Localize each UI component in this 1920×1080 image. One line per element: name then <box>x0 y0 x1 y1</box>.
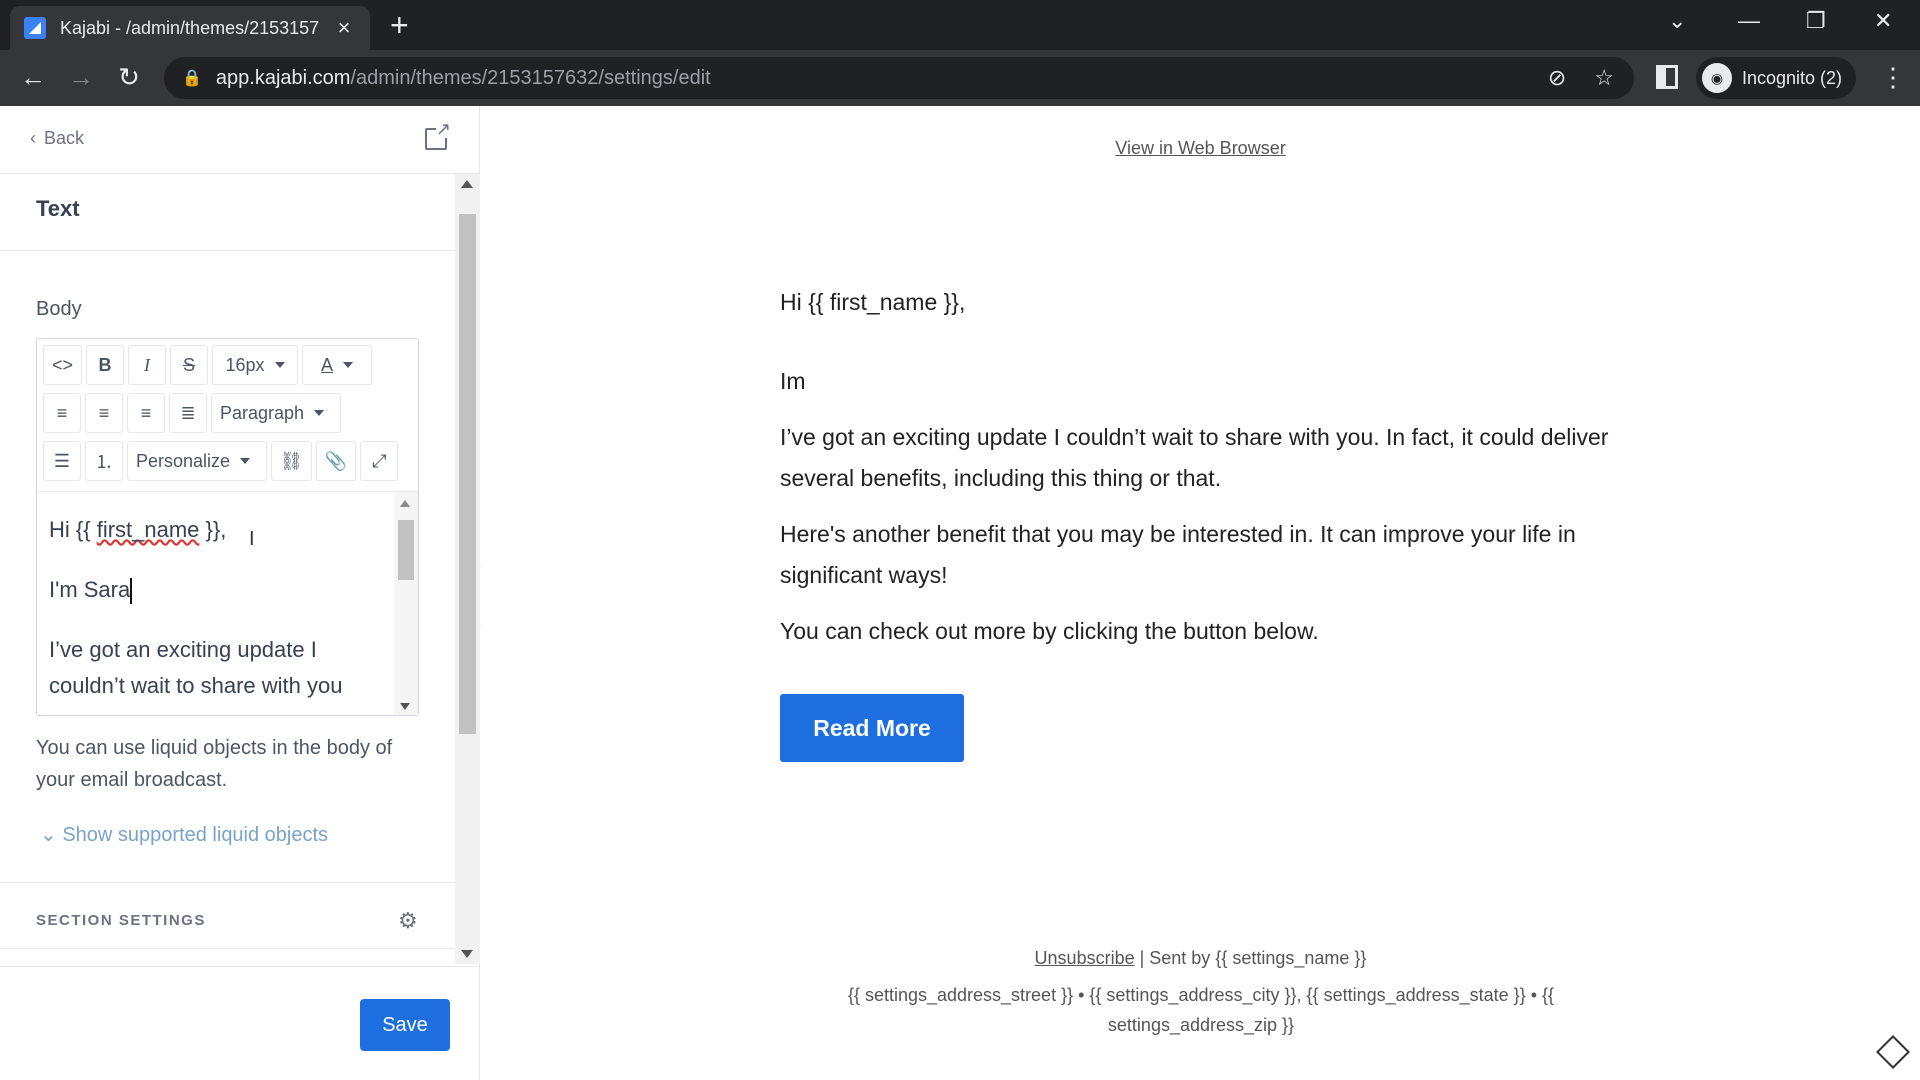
eye-off-icon[interactable]: ⊘ <box>1548 65 1566 91</box>
chevron-down-icon: ⌄ <box>40 824 57 846</box>
editor-text[interactable]: Hi {{ first_name }}, I'm Sara I’ve got a… <box>49 512 389 715</box>
address-bar[interactable]: 🔒 app.kajabi.com/admin/themes/2153157632… <box>164 57 1634 99</box>
numbered-list-icon[interactable]: ⒈ <box>85 441 123 481</box>
editor-intro: I'm Sara <box>49 572 389 608</box>
attachment-icon[interactable]: 📎 <box>315 441 357 481</box>
liquid-hint-text: You can use liquid objects in the body o… <box>36 737 393 791</box>
kajabi-favicon-icon <box>24 17 46 39</box>
sent-by-text: | Sent by {{ settings_name }} <box>1134 948 1367 968</box>
profile-label: Incognito (2) <box>1742 67 1843 88</box>
url-text: app.kajabi.com/admin/themes/2153157632/s… <box>215 66 711 89</box>
tab-close-icon[interactable]: × <box>332 15 356 41</box>
save-button[interactable]: Save <box>360 999 450 1051</box>
view-in-browser-link[interactable]: View in Web Browser <box>481 138 1920 159</box>
settings-sidebar: ‹ Back Text Body <> B I S 16px A ≡ ≡ ≡ ≣ … <box>0 106 480 1080</box>
tab-search-icon[interactable]: ⌄ <box>1668 8 1686 34</box>
sidebar-footer: Save <box>0 966 480 1080</box>
gear-icon[interactable]: ⚙ <box>398 908 418 934</box>
diamond-icon[interactable] <box>1876 1035 1910 1069</box>
toolbar-row-2: ≡ ≡ ≡ ≣ Paragraph <box>43 393 341 433</box>
back-link[interactable]: ‹ Back <box>30 128 84 149</box>
bullet-list-icon[interactable]: ☰ <box>43 441 81 481</box>
email-paragraph-3: You can check out more by clicking the b… <box>780 618 1319 644</box>
browser-tab-strip: Kajabi - /admin/themes/2153157 × + ⌄ — ❐… <box>0 0 1920 50</box>
side-panel-icon[interactable] <box>1656 65 1678 89</box>
text-color-icon[interactable]: A <box>302 345 373 385</box>
email-intro: Im <box>780 368 806 394</box>
email-greeting: Hi {{ first_name }}, <box>780 289 966 315</box>
paragraph-format-value: Paragraph <box>220 402 305 423</box>
browser-toolbar: ← → ↻ 🔒 app.kajabi.com/admin/themes/2153… <box>0 50 1920 106</box>
divider <box>0 882 455 883</box>
show-liquid-objects-link[interactable]: ⌄ Show supported liquid objects <box>40 822 328 847</box>
forward-arrow-icon[interactable]: → <box>64 62 98 93</box>
editor-scrollbar[interactable] <box>394 492 418 715</box>
restore-icon[interactable]: ❐ <box>1806 8 1826 34</box>
editor-scroll-down-icon[interactable] <box>400 703 410 710</box>
reload-icon[interactable]: ↻ <box>112 62 146 93</box>
italic-icon[interactable]: I <box>128 345 167 385</box>
editor-scroll-up-icon[interactable] <box>400 500 410 507</box>
read-more-button[interactable]: Read More <box>780 694 964 762</box>
personalize-dropdown[interactable]: Personalize <box>127 441 267 481</box>
editor-greeting: Hi {{ first_name }}, <box>49 517 227 542</box>
toolbar-row-1: <> B I S 16px A <box>43 345 373 385</box>
lock-icon: 🔒 <box>182 70 202 87</box>
editor-scroll-thumb[interactable] <box>398 520 414 580</box>
minimize-icon[interactable]: — <box>1738 8 1760 34</box>
sidebar-scrollbar[interactable] <box>455 174 480 964</box>
new-tab-icon[interactable]: + <box>390 9 409 41</box>
ibeam-cursor-icon: I <box>249 528 255 550</box>
email-paragraph-1: I’ve got an exciting update I couldn’t w… <box>780 424 1609 491</box>
strikethrough-icon[interactable]: S <box>170 345 209 385</box>
menu-kebab-icon[interactable]: ⋮ <box>1880 62 1906 93</box>
scroll-thumb[interactable] <box>459 214 476 734</box>
chevron-left-icon: ‹ <box>30 128 36 148</box>
bold-icon[interactable]: B <box>86 345 125 385</box>
external-link-icon[interactable] <box>425 120 452 150</box>
divider <box>0 250 455 251</box>
scroll-up-icon[interactable] <box>461 180 473 188</box>
incognito-icon: ◉ <box>1702 63 1732 93</box>
personalize-value: Personalize <box>136 450 231 471</box>
paragraph-format-dropdown[interactable]: Paragraph <box>211 393 341 433</box>
section-title: Text <box>36 196 80 221</box>
email-preview: View in Web Browser Hi {{ first_name }},… <box>481 106 1920 1080</box>
code-view-icon[interactable]: <> <box>43 345 83 385</box>
back-arrow-icon[interactable]: ← <box>16 62 50 93</box>
divider <box>0 948 455 949</box>
sidebar-header: ‹ Back <box>0 106 479 174</box>
unsubscribe-link[interactable]: Unsubscribe <box>1035 948 1135 968</box>
tab-title: Kajabi - /admin/themes/2153157 <box>60 17 320 38</box>
section-settings-heading[interactable]: SECTION SETTINGS <box>36 912 206 929</box>
email-address: {{ settings_address_street }} • {{ setti… <box>847 985 1555 1035</box>
scroll-down-icon[interactable] <box>461 950 473 958</box>
email-paragraph-2: Here's another benefit that you may be i… <box>780 521 1576 588</box>
align-center-icon[interactable]: ≡ <box>85 393 123 433</box>
align-justify-icon[interactable]: ≣ <box>169 393 207 433</box>
email-body: Hi {{ first_name }}, Im I’ve got an exci… <box>780 282 1620 667</box>
text-caret <box>130 578 133 605</box>
email-footer: Unsubscribe | Sent by {{ settings_name }… <box>481 948 1920 969</box>
back-label: Back <box>44 128 85 148</box>
align-right-icon[interactable]: ≡ <box>127 393 165 433</box>
body-label: Body <box>36 298 82 320</box>
bookmark-star-icon[interactable]: ☆ <box>1594 65 1614 91</box>
editor-paragraph: I’ve got an exciting update I couldn’t w… <box>49 637 343 698</box>
link-icon[interactable]: ⛓ <box>271 441 312 481</box>
browser-tab[interactable]: Kajabi - /admin/themes/2153157 × <box>10 6 370 50</box>
show-liquid-label: Show supported liquid objects <box>62 824 329 846</box>
close-window-icon[interactable]: ✕ <box>1874 8 1892 34</box>
toolbar-row-3: ☰ ⒈ Personalize ⛓ 📎 ⤢ <box>43 441 399 481</box>
incognito-profile-button[interactable]: ◉ Incognito (2) <box>1696 57 1856 99</box>
editor-content-area[interactable]: Hi {{ first_name }}, I'm Sara I’ve got a… <box>37 491 418 715</box>
font-size-dropdown[interactable]: 16px <box>212 345 299 385</box>
settings-scroll-area[interactable]: Text Body <> B I S 16px A ≡ ≡ ≡ ≣ Paragr… <box>0 174 455 964</box>
fullscreen-icon[interactable]: ⤢ <box>360 441 399 481</box>
align-left-icon[interactable]: ≡ <box>43 393 81 433</box>
font-size-value: 16px <box>225 354 265 375</box>
rich-text-editor[interactable]: <> B I S 16px A ≡ ≡ ≡ ≣ Paragraph ☰ ⒈ Pe… <box>36 338 419 716</box>
